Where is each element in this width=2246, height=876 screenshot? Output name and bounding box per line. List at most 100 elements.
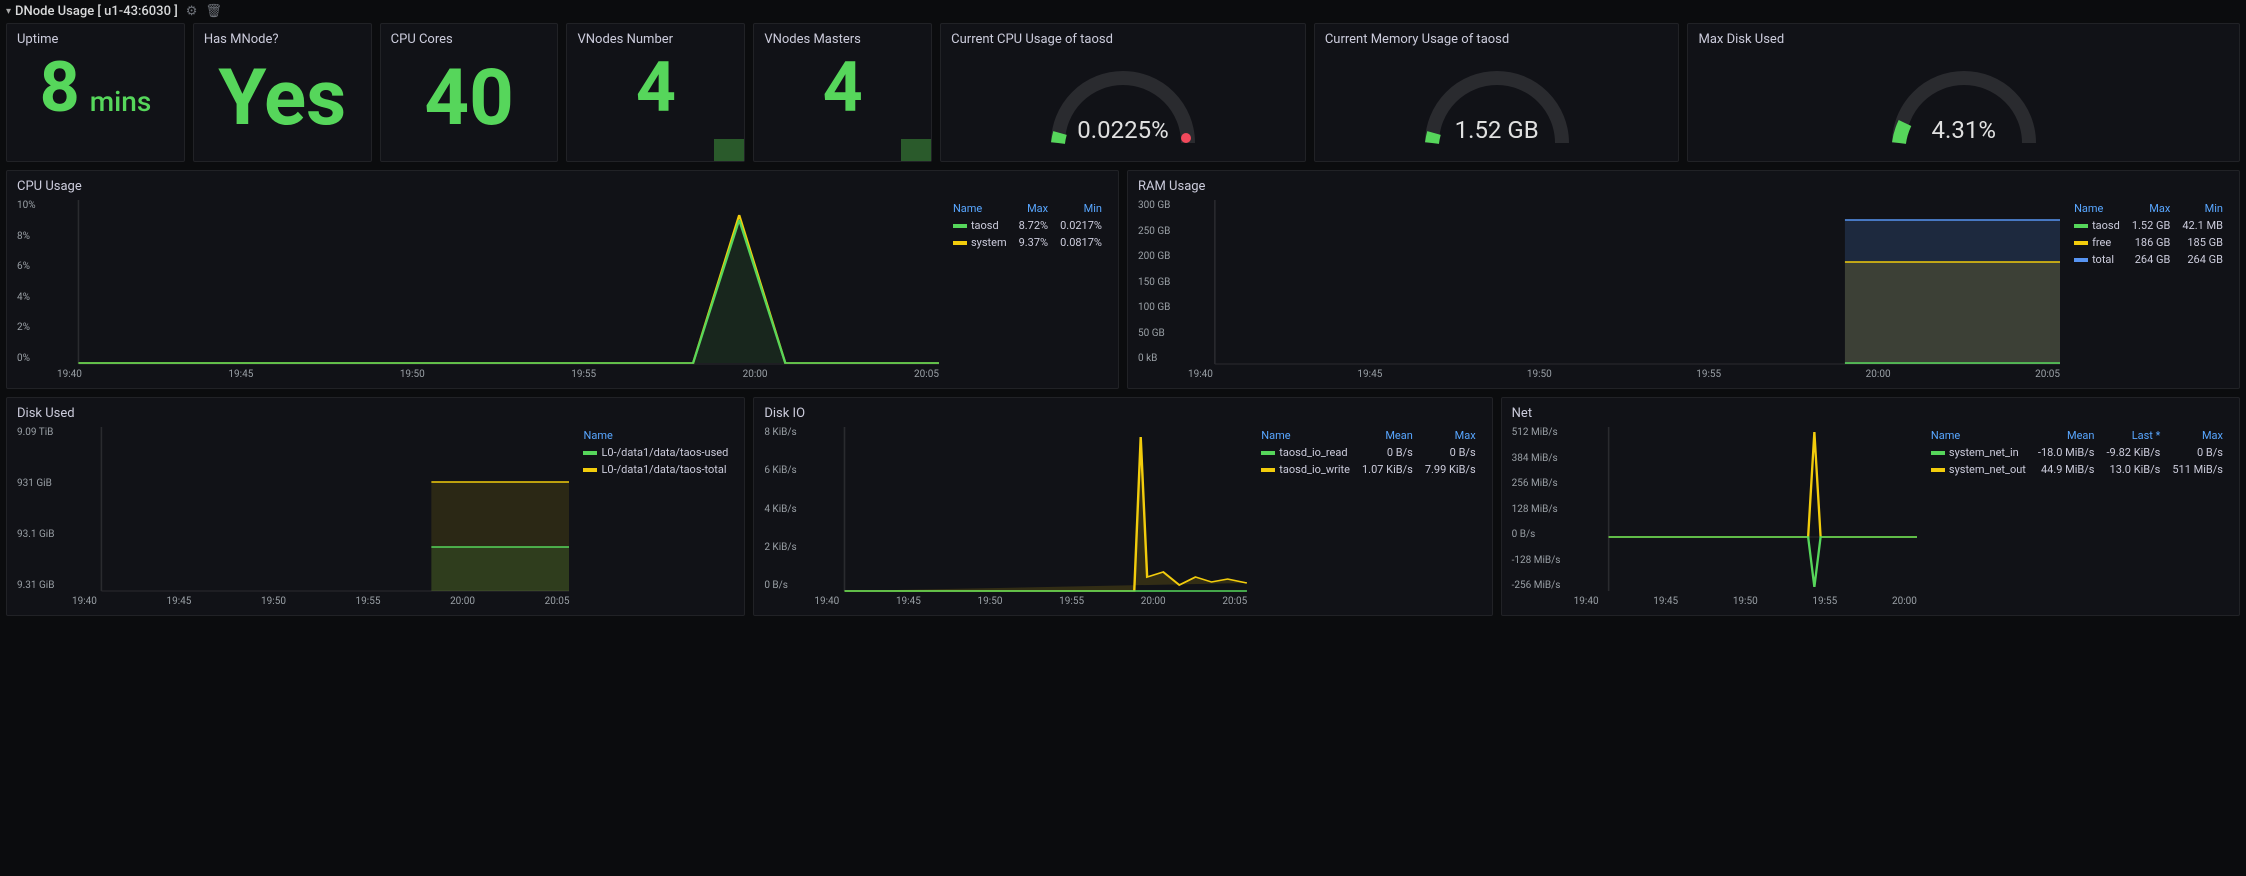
- panel-title: Current Memory Usage of taosd: [1325, 32, 1669, 47]
- panel-max-disk-gauge[interactable]: Max Disk Used 4.31%: [1687, 23, 2240, 162]
- axis-tick: -128 MiB/s: [1512, 555, 1561, 566]
- panel-has-mnode[interactable]: Has MNode? Yes: [193, 23, 372, 162]
- legend-item[interactable]: total264 GB264 GB: [2068, 251, 2229, 268]
- legend-item[interactable]: free186 GB185 GB: [2068, 234, 2229, 251]
- axis-tick: 50 GB: [1138, 328, 1170, 339]
- axis-tick: 19:55: [356, 596, 381, 607]
- axis-tick: 93.1 GiB: [17, 529, 54, 540]
- panel-title: Max Disk Used: [1698, 32, 2229, 47]
- axis-tick: 8%: [17, 231, 36, 242]
- chart[interactable]: 9.09 TiB 931 GiB 93.1 GiB 9.31 GiB 19:40 19:…: [17, 427, 569, 607]
- axis-tick: 0 B/s: [1512, 529, 1561, 540]
- axis-tick: 19:55: [1812, 596, 1837, 607]
- legend-item[interactable]: taosd_io_write1.07 KiB/s7.99 KiB/s: [1255, 461, 1481, 478]
- gauge-value: 4.31%: [1879, 116, 2049, 144]
- axis-tick: 19:40: [1574, 596, 1599, 607]
- axis-tick: 20:00: [1866, 369, 1891, 380]
- panel-net[interactable]: Net 512 MiB/s 384 MiB/s 256 MiB/s 128 MiB/s…: [1501, 397, 2240, 616]
- panel-cpu-usage[interactable]: CPU Usage 10%8%6%4%2%0% 19:4019:4519:501…: [6, 170, 1119, 389]
- axis-tick: 19:45: [1653, 596, 1678, 607]
- axis-tick: 19:45: [167, 596, 192, 607]
- axis-tick: 512 MiB/s: [1512, 427, 1561, 438]
- panel-title: Uptime: [17, 32, 174, 47]
- axis-tick: 20:00: [450, 596, 475, 607]
- axis-tick: 20:00: [743, 369, 768, 380]
- row-title: DNode Usage [ u1-43:6030 ]: [15, 4, 178, 19]
- axis-tick: 0%: [17, 353, 36, 364]
- legend-item[interactable]: L0-/data1/data/taos-total: [577, 461, 734, 478]
- panel-title: VNodes Number: [577, 32, 734, 47]
- legend-item[interactable]: system_net_out44.9 MiB/s13.0 KiB/s511 Mi…: [1925, 461, 2229, 478]
- legend-item[interactable]: system9.37%0.0817%: [947, 234, 1108, 251]
- axis-tick: 9.09 TiB: [17, 427, 54, 438]
- panel-disk-io[interactable]: Disk IO 8 KiB/s6 KiB/s4 KiB/s2 KiB/s0 B/…: [753, 397, 1492, 616]
- panel-title: CPU Cores: [391, 32, 548, 47]
- axis-tick: 20:05: [545, 596, 570, 607]
- legend: Name Mean Last * Max system_net_in-18.0 …: [1925, 427, 2229, 607]
- sparkline: [714, 139, 744, 161]
- stat-value: 8: [40, 53, 80, 123]
- legend: Name Max Min taosd8.72%0.0217%system9.37…: [947, 200, 1108, 380]
- gauge: 1.52 GB: [1412, 58, 1582, 148]
- legend-item[interactable]: taosd8.72%0.0217%: [947, 217, 1108, 234]
- axis-tick: 19:45: [228, 369, 253, 380]
- panel-ram-usage[interactable]: RAM Usage 300 GB250 GB200 GB150 GB100 GB…: [1127, 170, 2240, 389]
- axis-tick: 19:50: [400, 369, 425, 380]
- panel-vnodes-masters[interactable]: VNodes Masters 4: [753, 23, 932, 162]
- trash-icon[interactable]: 🗑: [205, 4, 222, 19]
- legend-item[interactable]: taosd1.52 GB42.1 MB: [2068, 217, 2229, 234]
- axis-tick: 4%: [17, 292, 36, 303]
- axis-tick: 19:50: [1733, 596, 1758, 607]
- axis-tick: 19:55: [1696, 369, 1721, 380]
- axis-tick: 20:00: [1892, 596, 1917, 607]
- panel-title: RAM Usage: [1138, 179, 2229, 194]
- axis-tick: 6%: [17, 261, 36, 272]
- legend: Name Max Min taosd1.52 GB42.1 MBfree186 …: [2068, 200, 2229, 380]
- axis-tick: 19:40: [1188, 369, 1213, 380]
- gauge: 4.31%: [1879, 58, 2049, 148]
- axis-tick: -256 MiB/s: [1512, 580, 1561, 591]
- legend-item[interactable]: taosd_io_read0 B/s0 B/s: [1255, 444, 1481, 461]
- chart[interactable]: 8 KiB/s6 KiB/s4 KiB/s2 KiB/s0 B/s 19:401…: [764, 427, 1247, 607]
- axis-tick: 19:40: [72, 596, 97, 607]
- axis-tick: 19:50: [261, 596, 286, 607]
- axis-tick: 256 MiB/s: [1512, 478, 1561, 489]
- axis-tick: 10%: [17, 200, 36, 211]
- axis-tick: 19:40: [814, 596, 839, 607]
- panel-current-cpu-gauge[interactable]: Current CPU Usage of taosd 0.0225%: [940, 23, 1306, 162]
- panel-title: CPU Usage: [17, 179, 1108, 194]
- axis-tick: 19:40: [57, 369, 82, 380]
- axis-tick: 20:05: [914, 369, 939, 380]
- axis-tick: 128 MiB/s: [1512, 504, 1561, 515]
- axis-tick: 19:45: [896, 596, 921, 607]
- panel-title: Net: [1512, 406, 2229, 421]
- axis-tick: 2%: [17, 322, 36, 333]
- stat-value: 4: [823, 53, 863, 123]
- chart[interactable]: 512 MiB/s 384 MiB/s 256 MiB/s 128 MiB/s 0 B/…: [1512, 427, 1917, 607]
- panel-current-mem-gauge[interactable]: Current Memory Usage of taosd 1.52 GB: [1314, 23, 1680, 162]
- stat-value: 4: [636, 53, 676, 123]
- panel-disk-used[interactable]: Disk Used 9.09 TiB931 GiB93.1 GiB9.31 Gi…: [6, 397, 745, 616]
- panel-title: Current CPU Usage of taosd: [951, 32, 1295, 47]
- legend-item[interactable]: L0-/data1/data/taos-used: [577, 444, 734, 461]
- axis-tick: 19:50: [1527, 369, 1552, 380]
- stat-unit: mins: [90, 85, 152, 118]
- legend-item[interactable]: system_net_in-18.0 MiB/s-9.82 KiB/s0 B/s: [1925, 444, 2229, 461]
- gear-icon[interactable]: ⚙: [186, 4, 198, 19]
- axis-tick: 20:00: [1141, 596, 1166, 607]
- axis-tick: 19:55: [1059, 596, 1084, 607]
- legend: Name Mean Max taosd_io_read0 B/s0 B/stao…: [1255, 427, 1481, 607]
- axis-tick: 8 KiB/s: [764, 427, 796, 438]
- axis-tick: 9.31 GiB: [17, 580, 54, 591]
- row-header[interactable]: ▾ DNode Usage [ u1-43:6030 ] ⚙ 🗑: [0, 0, 2246, 23]
- chart[interactable]: 300 GB250 GB200 GB150 GB100 GB50 GB0 kB …: [1138, 200, 2060, 380]
- panel-vnodes-number[interactable]: VNodes Number 4: [566, 23, 745, 162]
- panel-title: VNodes Masters: [764, 32, 921, 47]
- chart[interactable]: 10% 8% 6% 4% 2% 0% 19:40 19:45 19:50 19:55 20:00 2…: [17, 200, 939, 380]
- panel-cpu-cores[interactable]: CPU Cores 40: [380, 23, 559, 162]
- axis-tick: 19:55: [571, 369, 596, 380]
- axis-tick: 200 GB: [1138, 251, 1170, 262]
- axis-tick: 384 MiB/s: [1512, 453, 1561, 464]
- axis-tick: 931 GiB: [17, 478, 54, 489]
- panel-uptime[interactable]: Uptime 8 mins: [6, 23, 185, 162]
